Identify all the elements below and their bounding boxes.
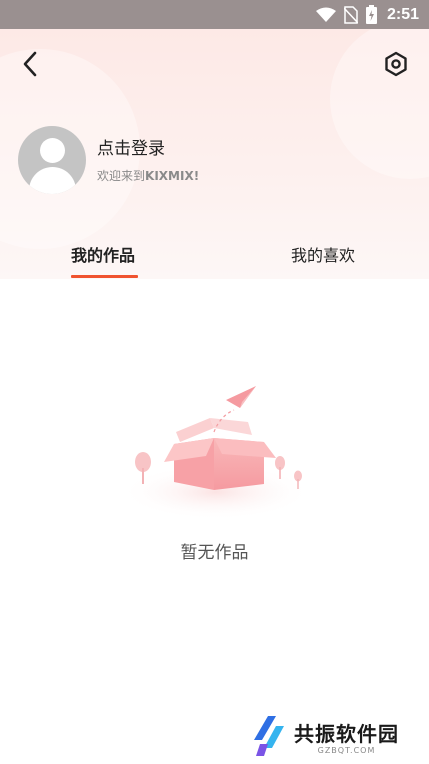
welcome-prefix: 欢迎来到 <box>97 168 146 183</box>
battery-charging-icon <box>365 5 377 24</box>
content-tabs: 我的作品 我的喜欢 <box>0 230 429 280</box>
watermark-logo-icon <box>250 716 290 762</box>
welcome-brand: KIXMIX! <box>145 168 200 183</box>
avatar[interactable] <box>18 126 86 194</box>
status-bar: 2:51 <box>0 0 429 29</box>
back-button[interactable] <box>14 50 46 82</box>
status-time: 2:51 <box>386 5 419 23</box>
settings-button[interactable] <box>380 50 412 82</box>
tab-my-works[interactable]: 我的作品 <box>71 242 135 266</box>
tab-my-likes[interactable]: 我的喜欢 <box>291 242 355 266</box>
active-tab-indicator <box>71 275 138 278</box>
watermark-domain: GZBQT.COM <box>317 746 376 755</box>
watermark-name: 共振软件园 <box>294 722 399 746</box>
empty-box-illustration <box>118 380 314 520</box>
watermark: 共振软件园 GZBQT.COM <box>250 716 399 762</box>
chevron-left-icon <box>22 51 38 81</box>
login-label[interactable]: 点击登录 <box>97 138 199 160</box>
wifi-icon <box>315 7 336 23</box>
welcome-text: 欢迎来到KIXMIX! <box>97 169 199 183</box>
settings-icon <box>383 51 409 81</box>
empty-state-text: 暂无作品 <box>180 543 249 563</box>
no-sim-icon <box>343 5 358 24</box>
login-profile[interactable]: 点击登录 欢迎来到KIXMIX! <box>18 126 199 194</box>
